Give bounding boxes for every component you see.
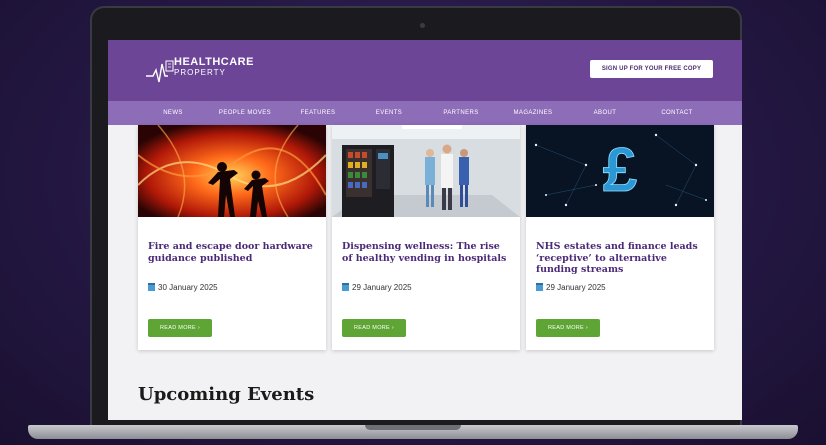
nav-item-events[interactable]: EVENTS [364,101,414,125]
webcam [420,23,425,28]
digital-pound-image[interactable]: £ £ [526,125,714,217]
fire-silhouettes-image[interactable] [138,125,326,217]
logo-text-healthcare: HEALTHCARE [174,56,254,68]
hospital-vending-image[interactable] [332,125,520,217]
article-date: 30 January 2025 [148,283,218,292]
laptop-notch [365,425,461,430]
logo-text-property: PROPERTY [174,68,226,77]
nav-item-about[interactable]: ABOUT [582,101,628,125]
article-date-text: 30 January 2025 [158,283,218,292]
upcoming-events-heading: Upcoming Events [138,384,315,405]
nav-item-magazines[interactable]: MAGAZINES [504,101,562,125]
signup-button[interactable]: SIGN UP FOR YOUR FREE COPY [590,60,713,78]
read-more-label: READ MORE [354,325,391,331]
nav-item-features[interactable]: FEATURES [290,101,346,125]
calendar-icon [536,283,543,291]
main-nav: NEWS PEOPLE MOVES FEATURES EVENTS PARTNE… [108,101,742,125]
nav-item-partners[interactable]: PARTNERS [434,101,488,125]
read-more-button[interactable]: READ MORE › [536,319,600,337]
laptop-screen: HEALTHCARE PROPERTY SIGN UP FOR YOUR FRE… [108,40,742,420]
svg-text:£: £ [603,136,637,205]
article-title[interactable]: Fire and escape door hardware guidance p… [148,241,318,264]
calendar-icon [148,283,155,291]
chevron-right-icon: › [391,325,394,331]
read-more-button[interactable]: READ MORE › [342,319,406,337]
article-card: Dispensing wellness: The rise of healthy… [332,125,520,350]
article-date-text: 29 January 2025 [546,283,606,292]
chevron-right-icon: › [585,325,588,331]
read-more-button[interactable]: READ MORE › [148,319,212,337]
calendar-icon [342,283,349,291]
article-title[interactable]: NHS estates and finance leads ‘receptive… [536,241,706,276]
article-date-text: 29 January 2025 [352,283,412,292]
article-title[interactable]: Dispensing wellness: The rise of healthy… [342,241,512,264]
article-card: £ £ NHS estates and finance leads ‘recep… [526,125,714,350]
article-date: 29 January 2025 [536,283,606,292]
chevron-right-icon: › [197,325,200,331]
nav-item-people-moves[interactable]: PEOPLE MOVES [212,101,278,125]
nav-item-contact[interactable]: CONTACT [650,101,704,125]
article-card: Fire and escape door hardware guidance p… [138,125,326,350]
read-more-label: READ MORE [548,325,585,331]
nav-item-news[interactable]: NEWS [148,101,198,125]
article-date: 29 January 2025 [342,283,412,292]
read-more-label: READ MORE [160,325,197,331]
site-header: HEALTHCARE PROPERTY SIGN UP FOR YOUR FRE… [108,40,742,101]
